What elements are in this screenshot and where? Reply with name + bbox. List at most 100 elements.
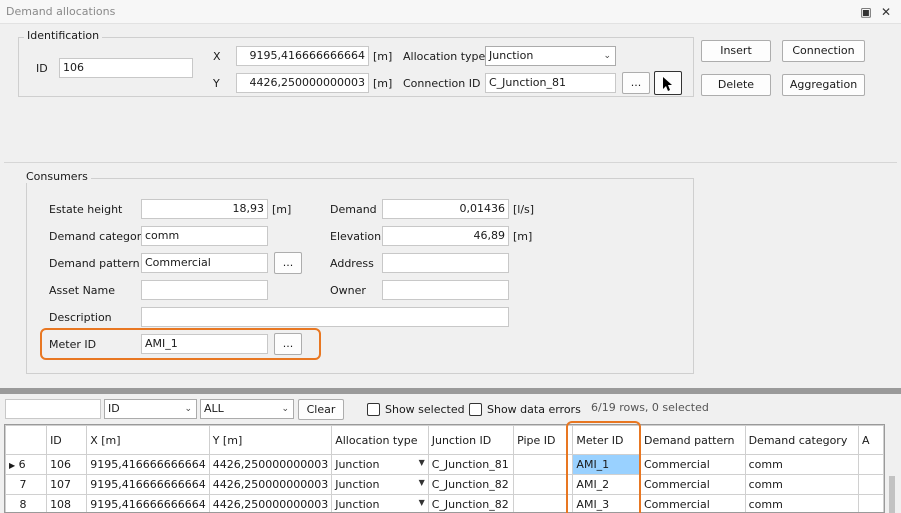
cell-y[interactable]: 4426,250000000003 — [208, 454, 333, 475]
cell-extra[interactable] — [857, 474, 884, 495]
row-number[interactable]: 7 — [5, 474, 48, 495]
connection-button[interactable]: Connection — [782, 40, 865, 62]
table-row[interactable]: 7 107 9195,416666666664 4426,25000000000… — [5, 474, 884, 495]
demand-category-field[interactable]: comm — [141, 226, 268, 246]
chevron-down-icon: ⌄ — [281, 404, 289, 414]
cell-allocation-type[interactable]: Junction ▼ — [331, 494, 429, 512]
cell-demand-category[interactable]: comm — [744, 494, 859, 512]
cell-id[interactable]: 108 — [46, 494, 88, 512]
grid-search-input[interactable] — [5, 399, 101, 419]
cell-id[interactable]: 107 — [46, 474, 88, 495]
cell-demand-category[interactable]: comm — [744, 474, 859, 495]
address-field[interactable] — [382, 253, 509, 273]
row-number-text: 7 — [19, 478, 27, 491]
column-filter-select[interactable]: ID ⌄ — [104, 399, 197, 419]
column-header-extra[interactable]: A — [857, 425, 884, 455]
chevron-down-icon: ⌄ — [603, 51, 611, 61]
cell-allocation-type-text: Junction — [335, 458, 380, 471]
cell-pipe-id[interactable] — [513, 454, 574, 475]
row-number-text: 6 — [18, 458, 26, 471]
scrollbar-thumb[interactable] — [889, 476, 895, 513]
show-data-errors-checkbox[interactable] — [469, 403, 482, 416]
estate-height-field[interactable]: 18,93 — [141, 199, 268, 219]
row-number[interactable]: 8 — [5, 494, 48, 512]
current-row-icon: ▶ — [9, 461, 16, 470]
cell-extra[interactable] — [857, 494, 884, 512]
scope-filter-select[interactable]: ALL ⌄ — [200, 399, 294, 419]
column-filter-value: ID — [108, 402, 120, 415]
x-label: X — [213, 50, 221, 63]
meter-id-column-highlight — [566, 421, 641, 513]
cell-demand-pattern[interactable]: Commercial — [639, 494, 746, 512]
cell-junction-id[interactable]: C_Junction_81 — [427, 454, 515, 475]
elevation-label: Elevation — [330, 230, 382, 243]
id-label: ID — [36, 62, 48, 75]
cell-junction-id[interactable]: C_Junction_82 — [427, 474, 515, 495]
scope-filter-value: ALL — [204, 402, 224, 415]
cell-x[interactable]: 9195,416666666664 — [86, 454, 210, 475]
insert-button[interactable]: Insert — [701, 40, 771, 62]
owner-label: Owner — [330, 284, 366, 297]
demand-unit: [l/s] — [513, 203, 535, 216]
cell-x[interactable]: 9195,416666666664 — [86, 494, 210, 512]
column-header-x[interactable]: X [m] — [86, 425, 210, 455]
description-label: Description — [49, 311, 112, 324]
cell-allocation-type[interactable]: Junction ▼ — [331, 454, 429, 475]
cell-extra[interactable] — [857, 454, 884, 475]
column-header-id[interactable]: ID — [46, 425, 88, 455]
estate-height-unit: [m] — [272, 203, 292, 216]
row-number-text: 8 — [19, 498, 27, 511]
column-header-y[interactable]: Y [m] — [208, 425, 333, 455]
id-field[interactable]: 106 — [59, 58, 193, 78]
meter-id-browse-button[interactable]: ... — [274, 333, 302, 355]
demand-label: Demand — [330, 203, 377, 216]
cell-id[interactable]: 106 — [46, 454, 88, 475]
maximize-icon[interactable]: ▣ — [858, 4, 874, 20]
cell-demand-category[interactable]: comm — [744, 454, 859, 475]
aggregation-button[interactable]: Aggregation — [782, 74, 865, 96]
column-header-demand-category[interactable]: Demand category — [744, 425, 859, 455]
cell-junction-id[interactable]: C_Junction_82 — [427, 494, 515, 512]
cell-pipe-id[interactable] — [513, 494, 574, 512]
column-header-rownum[interactable] — [5, 425, 48, 455]
row-number[interactable]: ▶ 6 — [5, 454, 48, 475]
asset-name-field[interactable] — [141, 280, 268, 300]
cell-allocation-type[interactable]: Junction ▼ — [331, 474, 429, 495]
cell-demand-pattern[interactable]: Commercial — [639, 474, 746, 495]
meter-id-label: Meter ID — [49, 338, 97, 351]
column-header-demand-pattern[interactable]: Demand pattern — [639, 425, 746, 455]
cell-x[interactable]: 9195,416666666664 — [86, 474, 210, 495]
table-row[interactable]: 8 108 9195,416666666664 4426,25000000000… — [5, 494, 884, 512]
table-row[interactable]: ▶ 6 106 9195,416666666664 4426,250000000… — [5, 454, 884, 475]
demand-pattern-field[interactable]: Commercial — [141, 253, 268, 273]
cell-y[interactable]: 4426,250000000003 — [208, 474, 333, 495]
demand-pattern-browse-button[interactable]: ... — [274, 252, 302, 274]
meter-id-field[interactable]: AMI_1 — [141, 334, 268, 354]
pick-connection-button[interactable] — [654, 71, 682, 95]
allocation-type-select[interactable]: Junction ⌄ — [485, 46, 616, 66]
demand-field[interactable]: 0,01436 — [382, 199, 509, 219]
show-selected-checkbox[interactable] — [367, 403, 380, 416]
description-field[interactable] — [141, 307, 509, 327]
cell-y[interactable]: 4426,250000000003 — [208, 494, 333, 512]
row-count-status: 6/19 rows, 0 selected — [591, 401, 709, 414]
owner-field[interactable] — [382, 280, 509, 300]
cell-demand-pattern[interactable]: Commercial — [639, 454, 746, 475]
show-data-errors-label: Show data errors — [487, 403, 581, 416]
identification-group-label: Identification — [24, 29, 103, 42]
cursor-arrow-icon — [663, 77, 672, 91]
column-header-allocation-type[interactable]: Allocation type — [331, 425, 429, 455]
y-field[interactable]: 4426,250000000003 — [236, 73, 369, 93]
connection-id-field[interactable]: C_Junction_81 — [485, 73, 616, 93]
elevation-field[interactable]: 46,89 — [382, 226, 509, 246]
delete-button[interactable]: Delete — [701, 74, 771, 96]
connection-browse-button[interactable]: ... — [622, 72, 650, 94]
clear-button[interactable]: Clear — [298, 399, 344, 420]
column-header-junction-id[interactable]: Junction ID — [427, 425, 515, 455]
close-icon[interactable]: ✕ — [878, 4, 894, 20]
allocation-type-value: Junction — [489, 49, 534, 62]
window-title: Demand allocations — [6, 5, 116, 18]
column-header-pipe-id[interactable]: Pipe ID — [513, 425, 574, 455]
x-field[interactable]: 9195,416666666664 — [236, 46, 369, 66]
cell-pipe-id[interactable] — [513, 474, 574, 495]
